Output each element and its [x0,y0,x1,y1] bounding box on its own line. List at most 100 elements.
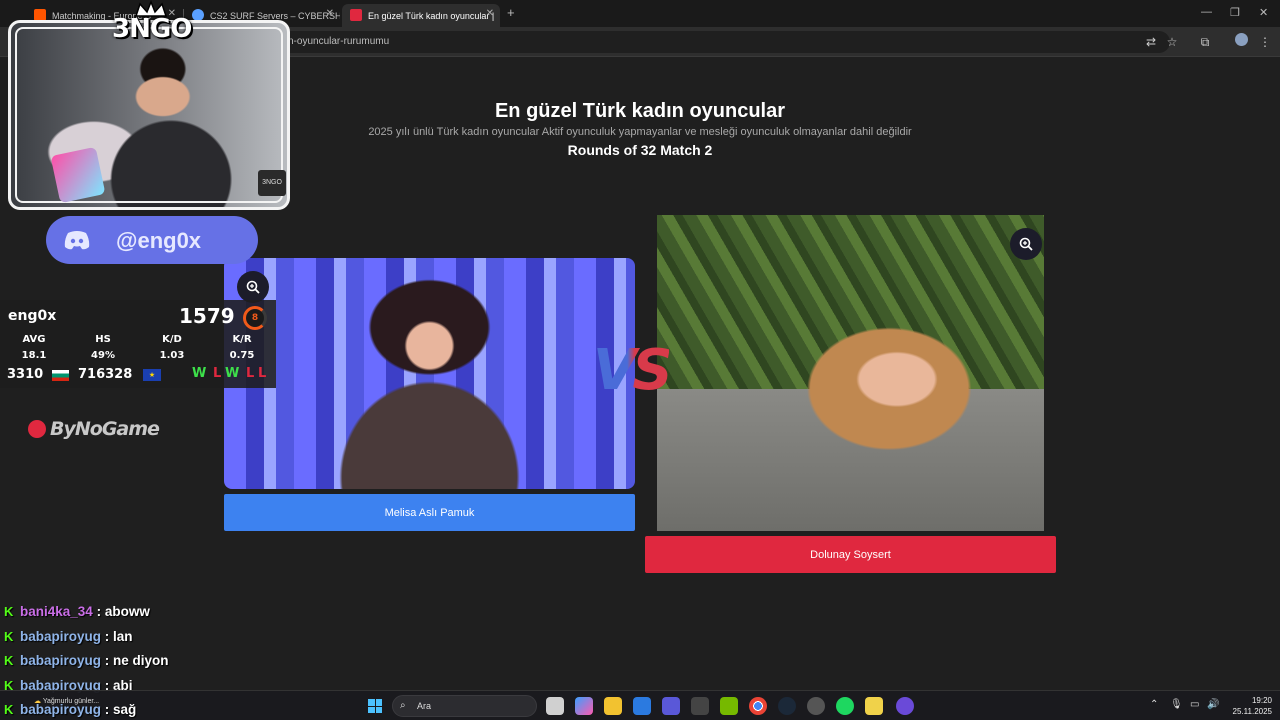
player-name: eng0x [8,308,57,324]
task-view-icon[interactable] [546,697,564,715]
bookmark-star-icon[interactable]: ☆ [1163,33,1181,51]
chat-username: bani4ka_34 [20,604,93,619]
kick-icon: K [4,653,14,668]
site-favicon-icon [350,9,362,21]
tab-active-page[interactable]: En güzel Türk kadın oyuncular | ✕ [342,4,500,27]
stat-label: K/R [232,334,252,345]
result-win: W [192,366,207,381]
chat-text: : lan [104,628,133,644]
extensions-icon[interactable]: ⧉ [1196,33,1214,51]
stat-value: 1.03 [159,350,185,361]
right-contestant-photo[interactable] [657,215,1044,531]
app-icon[interactable] [896,697,914,715]
app-icon[interactable] [807,697,825,715]
maximize-icon[interactable]: ❐ [1230,6,1240,19]
tab-title: CS2 SURF Servers – CYBERSHOKE [210,10,340,21]
app-icon[interactable] [865,697,883,715]
chrome-icon[interactable] [749,697,767,715]
stat-value: 18.1 [21,350,47,361]
stat-hs: HS 49% [78,334,128,361]
app-icon[interactable] [662,697,680,715]
eu-flag-icon: ★ [143,369,161,381]
chat-message: Kbani4ka_34 : aboww [4,604,304,629]
network-icon[interactable]: ▭ [1190,699,1199,710]
player-elo: 1579 [179,304,235,328]
tab-title: En güzel Türk kadın oyuncular | [368,10,495,21]
vote-left-button[interactable]: Melisa Aslı Pamuk [224,494,635,531]
taskbar-search[interactable]: ⌕ Ara [392,695,537,717]
menu-kebab-icon[interactable]: ⋮ [1256,33,1274,51]
spotify-icon[interactable] [836,697,854,715]
nvidia-icon[interactable] [720,697,738,715]
cam-badge: 3NGO [258,170,286,196]
stat-value: 0.75 [229,350,255,361]
screen: Matchmaking - Europe S ✕ CS2 SURF Server… [0,0,1280,720]
region-rank: 716328 [78,367,133,382]
chat-username: babapiroyug [20,628,102,644]
rgb-light [50,146,106,204]
vs-label: VS [593,338,673,403]
discord-badge: @eng0x [46,216,258,264]
new-tab-button[interactable]: + [507,5,515,20]
copilot-icon[interactable] [575,697,593,715]
chat-text: : ne diyon [104,653,169,668]
sponsor-mark-icon [28,420,46,438]
chat-message: Kbabapiroyug : lan [4,629,304,654]
kick-icon: K [4,702,14,717]
kick-icon: K [4,628,14,644]
brand-logo: 3NGO [112,14,192,44]
chat-username: babapiroyug [20,653,102,668]
stat-avg: AVG 18.1 [9,334,59,361]
stream-chat: Kbani4ka_34 : aboww Kbabapiroyug : lan K… [4,604,304,702]
sponsor-name: ByNoGame [50,418,160,440]
stat-label: HS [95,334,111,345]
result-win: W [225,366,240,381]
webcam-overlay: 3NGO [8,20,290,210]
bulgaria-flag-icon [52,370,69,381]
chat-text: : aboww [96,604,150,619]
app-icon[interactable] [691,697,709,715]
chat-text: : sağ [104,702,137,717]
taskbar-clock[interactable]: 19:20 25.11.2025 [1222,695,1272,717]
search-icon: ⌕ [400,700,406,711]
result-loss: L [258,366,267,381]
chat-username: babapiroyug [20,702,102,717]
zoom-icon[interactable] [1010,228,1042,260]
close-window-icon[interactable]: ✕ [1259,6,1268,19]
clock-date: 25.11.2025 [1232,707,1272,716]
discord-handle: @eng0x [116,228,202,253]
kick-icon: K [4,604,14,619]
store-icon[interactable] [633,697,651,715]
file-explorer-icon[interactable] [604,697,622,715]
sponsor-logo: ByNoGame [28,418,160,440]
profile-avatar[interactable] [1232,33,1250,51]
stat-kr: K/R 0.75 [217,334,267,361]
result-loss: L [213,366,222,381]
chat-message: Kbabapiroyug : sağ [4,702,304,720]
close-icon[interactable]: ✕ [326,8,334,19]
steam-icon[interactable] [778,697,796,715]
clock-time: 19:20 [1251,696,1272,705]
faceit-stats-panel: eng0x 1579 8 AVG 18.1 HS 49% K/D 1.03 K/R 0.… [0,300,276,388]
start-button[interactable] [368,699,382,713]
vote-right-button[interactable]: Dolunay Soysert [645,536,1056,573]
discord-icon [64,231,90,250]
translate-icon[interactable]: ⇄ [1142,33,1160,51]
stream-chat-overflow: Kbabapiroyug : sağ [4,702,304,720]
volume-icon[interactable]: 🔊 [1207,699,1219,710]
stat-value: 49% [91,350,115,361]
left-contestant-photo[interactable] [224,258,635,489]
chevron-up-icon[interactable]: ⌃ [1150,699,1158,710]
microphone-icon[interactable]: 🎙 [1170,699,1183,710]
minimize-icon[interactable]: — [1201,6,1212,18]
zoom-icon[interactable] [237,271,269,303]
url-text: n-oyuncular-rurumumu [288,36,390,47]
stat-label: K/D [162,334,182,345]
search-placeholder: Ara [417,701,432,711]
close-icon[interactable]: ✕ [486,8,494,19]
stat-kd: K/D 1.03 [147,334,197,361]
chat-message: Kbabapiroyug : ne diyon [4,653,304,678]
result-loss: L [246,366,255,381]
stat-label: AVG [22,334,46,345]
country-rank: 3310 [7,367,44,382]
